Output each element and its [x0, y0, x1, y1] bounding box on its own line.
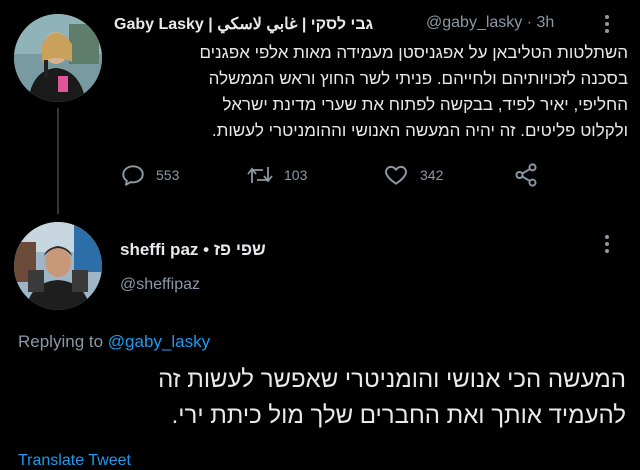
avatar-gaby[interactable] [14, 14, 102, 102]
heart-icon [385, 165, 407, 185]
avatar-gaby-image [14, 14, 102, 102]
tweet-author-handle[interactable]: @gaby_lasky · 3h [426, 14, 554, 32]
share-action[interactable] [512, 162, 540, 188]
retweet-icon [247, 167, 273, 183]
more-dots-icon[interactable] [600, 12, 614, 36]
reply-action[interactable]: 553 [120, 162, 179, 188]
translate-tweet-link[interactable]: Translate Tweet [18, 452, 131, 470]
tweet-author-name[interactable]: Gaby Lasky | גבי לסקי | غابي لاسكي [114, 14, 373, 34]
tweet-handle-text: @gaby_lasky [426, 14, 523, 31]
replying-to-label: Replying to [18, 332, 104, 351]
tweet-text-line: החליפי, יאיר לפיד, בבקשה לפתוח את שערי מ… [222, 95, 628, 114]
reply-count: 553 [156, 167, 180, 183]
reply-text-line: המעשה הכי אנושי והומניטרי שאפשר לעשות זה [158, 366, 626, 393]
tweet-text-line: בסכנה לזכויותיהם ולחייהם. פניתי לשר החוץ… [208, 69, 628, 88]
reply-text-line: להעמיד אותך ואת החברים שלך מול כיתת ירי. [171, 402, 626, 429]
tweet-text: השתלטות הטליבאן על אפגניסטן מעמידה מאות … [110, 40, 628, 144]
retweet-action[interactable]: 103 [246, 162, 307, 188]
reply-icon [122, 165, 144, 186]
replying-to: Replying to @gaby_lasky [18, 332, 210, 352]
replying-to-handle[interactable]: @gaby_lasky [108, 332, 210, 351]
retweet-count: 103 [284, 167, 308, 183]
avatar-sheffi[interactable] [14, 222, 102, 310]
tweet-separator: · [526, 14, 533, 31]
tweet-time[interactable]: 3h [537, 14, 555, 31]
reply-author-handle[interactable]: @sheffipaz [120, 276, 200, 294]
reply-author-name[interactable]: sheffi paz • שפי פז [120, 240, 266, 260]
like-count: 342 [420, 167, 444, 183]
thread-line [57, 108, 59, 214]
reply-text: המעשה הכי אנושי והומניטרי שאפשר לעשות זה… [14, 362, 626, 434]
tweet-text-line: השתלטות הטליבאן על אפגניסטן מעמידה מאות … [199, 43, 628, 62]
like-action[interactable]: 342 [382, 162, 443, 188]
more-dots-icon[interactable] [600, 232, 614, 256]
tweet-text-line: ולקלוט פליטים. זה יהיה המעשה האנושי וההו… [211, 121, 628, 140]
avatar-sheffi-image [14, 222, 102, 310]
share-icon [515, 163, 537, 187]
